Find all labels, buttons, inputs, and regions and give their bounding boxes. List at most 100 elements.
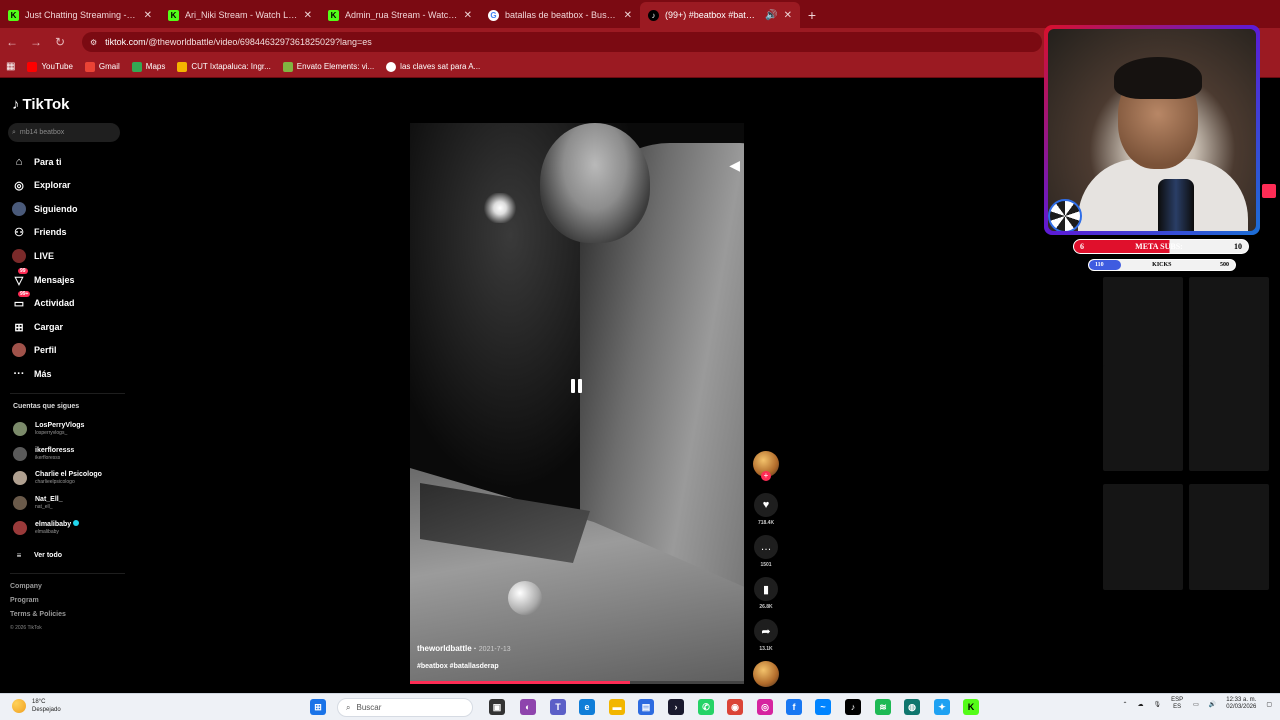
nav-mas[interactable]: ··· Más (12, 367, 52, 381)
browser-tab[interactable]: K Admin_rua Stream - Watch Live ✕ (320, 2, 480, 28)
task-view-icon[interactable]: ▣ (489, 699, 505, 715)
clock[interactable]: 12:33 a. m. 02/03/2026 (1226, 697, 1256, 711)
tiktok-logo[interactable]: ♪ TikTok (12, 96, 69, 113)
reload-icon[interactable]: ↻ (48, 28, 72, 56)
share-icon: ➦ (754, 619, 778, 643)
browser-tab-active[interactable]: ♪ (99+) #beatbox #batallasde 🔊 ✕ (640, 2, 800, 28)
nav-live[interactable]: LIVE (12, 249, 54, 263)
close-tab-icon[interactable]: ✕ (304, 10, 312, 21)
app-icon[interactable]: ◍ (904, 699, 920, 715)
bookmark-sat[interactable]: las claves sat para A... (386, 61, 481, 72)
chevron-up-icon[interactable]: ⌃ (1122, 701, 1127, 708)
friends-icon: ⚇ (14, 226, 24, 239)
whatsapp-icon[interactable]: ✆ (698, 699, 714, 715)
following-account[interactable]: Charlie el Psicologo charlieelpsicologo (13, 471, 102, 485)
google-favicon-icon: G (488, 9, 499, 21)
loading-placeholder (1189, 484, 1269, 590)
close-tab-icon[interactable]: ✕ (464, 10, 472, 21)
search-input[interactable]: ⌕ mb14 beatbox (8, 123, 120, 142)
bookmark-label: las claves sat para A... (400, 62, 481, 71)
teams-icon[interactable]: T (550, 699, 566, 715)
browser-tab[interactable]: G batallas de beatbox - Buscar co ✕ (480, 2, 640, 28)
site-info-icon[interactable]: ⚙ (90, 38, 97, 47)
apps-grid-icon[interactable]: ▦ (6, 61, 15, 72)
chrome-icon[interactable]: ◉ (727, 699, 743, 715)
tiktok-icon[interactable]: ♪ (845, 699, 861, 715)
footer-company[interactable]: Company (10, 583, 42, 590)
following-account[interactable]: Nat_Ell_ nat_ell_ (13, 496, 63, 510)
weather-widget[interactable]: 18°C Despejado (12, 698, 61, 714)
volume-icon[interactable]: 🔊 (1209, 701, 1216, 708)
nav-para-ti[interactable]: ⌂ Para ti (12, 155, 62, 169)
messenger-icon[interactable]: ~ (815, 699, 831, 715)
bookmark-youtube[interactable]: YouTube (27, 61, 73, 72)
bookmark-gmail[interactable]: Gmail (84, 61, 120, 72)
video-author[interactable]: theworldbattle · 2021-7-13 (417, 644, 511, 653)
close-tab-icon[interactable]: ✕ (784, 10, 792, 21)
like-button[interactable]: ♥ 718.4K (752, 493, 780, 526)
taskbar-search[interactable]: ⌕ Buscar (337, 698, 473, 717)
account-handle: nat_ell_ (35, 504, 53, 510)
instagram-icon[interactable]: ◎ (757, 699, 773, 715)
close-tab-icon[interactable]: ✕ (624, 10, 632, 21)
kick-icon[interactable]: K (963, 699, 979, 715)
comment-button[interactable]: … 1501 (752, 535, 780, 568)
language-indicator[interactable]: ESP ES (1171, 697, 1183, 711)
avatar (13, 520, 27, 535)
kick-favicon-icon: K (328, 9, 339, 21)
network-icon[interactable]: ☁ (1138, 701, 1144, 708)
system-tray: ⌃ ☁ 🎙 ESP ES ▭ 🔊 12:33 a. m. 02/03/2026 ▢ (1122, 697, 1272, 711)
forward-icon[interactable]: → (24, 28, 48, 56)
video-hashtags[interactable]: #beatbox #batallasderap (417, 663, 499, 670)
pause-icon[interactable] (571, 379, 583, 393)
nav-siguiendo[interactable]: Siguiendo (12, 202, 78, 216)
creator-avatar[interactable]: + (752, 451, 780, 481)
spotify-icon[interactable]: ≋ (875, 699, 891, 715)
url-field[interactable]: ⚙ tiktok.com/@theworldbattle/video/69844… (82, 32, 1042, 52)
nav-perfil[interactable]: Perfil (12, 343, 57, 357)
file-explorer-icon[interactable]: ▬ (609, 699, 625, 715)
browser-tab[interactable]: K Ari_Niki Stream - Watch Live on ✕ (160, 2, 320, 28)
nav-cargar[interactable]: ⊞ Cargar (12, 320, 63, 334)
speaker-icon[interactable]: 🔊 (765, 10, 777, 21)
nav-mensajes[interactable]: ▽ 99 Mensajes (12, 268, 75, 287)
prompt-icon[interactable]: › (668, 699, 684, 715)
notifications-icon[interactable]: ▢ (1266, 701, 1272, 708)
bookmark-label: Envato Elements: vi... (296, 62, 375, 71)
nav-actividad[interactable]: ▭ 99+ Actividad (12, 291, 75, 310)
bookmark-maps[interactable]: Maps (131, 61, 165, 72)
account-name: Charlie el Psicologo (35, 471, 102, 478)
footer-terms[interactable]: Terms & Policies (10, 611, 66, 618)
footer-program[interactable]: Program (10, 597, 39, 604)
following-account[interactable]: LosPerryVlogs losperryvlogs_ (13, 422, 84, 436)
copilot-icon[interactable]: ◐ (520, 699, 536, 715)
video-player[interactable]: ◀ theworldbattle · 2021-7-13 #beatbox #b… (410, 123, 744, 684)
youtube-icon (27, 61, 38, 72)
start-icon[interactable]: ⊞ (310, 699, 326, 715)
video-progress-bar[interactable] (410, 681, 744, 684)
close-tab-icon[interactable]: ✕ (144, 10, 152, 21)
sound-disc[interactable] (752, 661, 780, 687)
facebook-icon[interactable]: f (786, 699, 802, 715)
following-account[interactable]: ikerfloresss ikerfloresss (13, 447, 74, 461)
author-name: theworldbattle (417, 644, 472, 653)
follow-plus-icon[interactable]: + (761, 471, 771, 481)
nav-friends[interactable]: ⚇ Friends (12, 225, 66, 239)
store-icon[interactable]: ▤ (638, 699, 654, 715)
browser-tab[interactable]: K Just Chatting Streaming - Live S ✕ (0, 2, 160, 28)
see-all-button[interactable]: ≡ Ver todo (12, 548, 62, 562)
twitter-icon[interactable]: ✦ (934, 699, 950, 715)
mute-icon[interactable]: ◀ (729, 157, 740, 174)
back-icon[interactable]: ← (0, 28, 24, 56)
share-button[interactable]: ➦ 13.1K (752, 619, 780, 652)
bookmark-cut[interactable]: CUT Ixtapaluca: Ingr... (177, 61, 271, 72)
mic-icon[interactable]: 🎙 (1154, 701, 1162, 708)
new-tab-button[interactable]: + (800, 2, 824, 28)
edge-icon[interactable]: e (579, 699, 595, 715)
save-button[interactable]: ▮ 26.8K (752, 577, 780, 610)
kicks-goal-bar: 110 KICKS 500 (1088, 259, 1236, 271)
bookmark-envato[interactable]: Envato Elements: vi... (282, 61, 375, 72)
following-account[interactable]: elmalibaby elmalibaby (13, 520, 80, 535)
display-icon[interactable]: ▭ (1193, 701, 1199, 708)
nav-explorar[interactable]: ◎ Explorar (12, 178, 70, 192)
